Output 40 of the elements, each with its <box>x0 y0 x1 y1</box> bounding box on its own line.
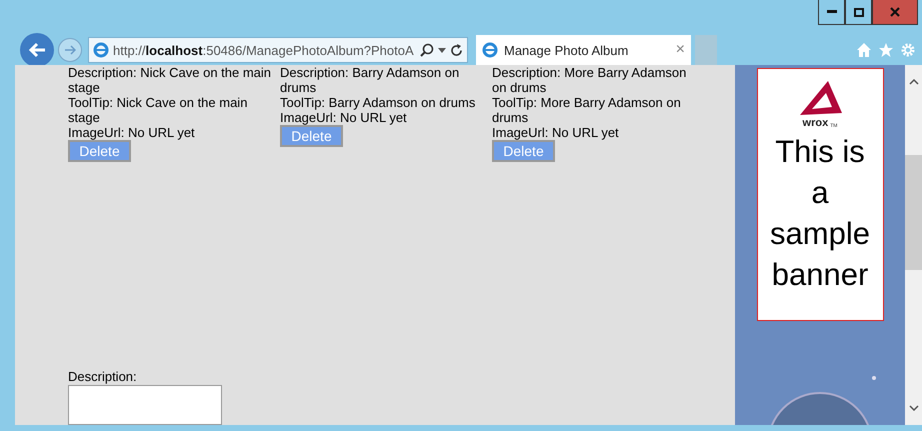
brand-name: wrox <box>802 117 828 129</box>
delete-button[interactable]: Delete <box>280 125 343 147</box>
close-icon <box>890 7 900 17</box>
image-url-text: ImageUrl: No URL yet <box>68 125 195 140</box>
refresh-icon[interactable] <box>450 44 463 56</box>
browser-e-icon <box>93 42 109 58</box>
browser-e-icon <box>482 42 498 58</box>
scroll-thumb[interactable] <box>905 155 922 270</box>
banner-text: This is a sample banner <box>769 133 871 294</box>
tooltip-text: ToolTip: Barry Adamson on drums <box>280 95 476 110</box>
url-text: http://localhost:50486/ManagePhotoAlbum?PhotoA <box>113 42 415 58</box>
scrollbar[interactable] <box>905 65 922 425</box>
back-button[interactable] <box>20 33 54 67</box>
star-icon[interactable] <box>878 42 894 58</box>
scroll-up-icon[interactable] <box>908 79 918 85</box>
back-arrow-icon <box>28 42 46 58</box>
tab-title: Manage Photo Album <box>504 42 628 58</box>
minimize-icon <box>826 10 836 14</box>
description-field[interactable] <box>68 385 222 425</box>
tooltip-text: ToolTip: Nick Cave on the main stage <box>68 95 248 125</box>
forward-arrow-icon <box>64 45 76 55</box>
scroll-down-icon[interactable] <box>908 405 918 411</box>
maximize-button[interactable] <box>845 0 872 25</box>
delete-button[interactable]: Delete <box>492 140 555 162</box>
delete-button[interactable]: Delete <box>68 140 131 162</box>
description-text: Description: Nick Cave on the main stage <box>68 65 272 95</box>
browser-tab[interactable]: Manage Photo Album × <box>476 35 691 65</box>
description-text: Description: More Barry Adamson on drums <box>492 65 688 95</box>
address-field[interactable]: http://localhost:50486/ManagePhotoAlbum?PhotoA <box>88 37 468 63</box>
tooltip-text: ToolTip: More Barry Adamson on drums <box>492 95 682 125</box>
close-button[interactable] <box>872 0 918 25</box>
search-icon[interactable] <box>420 43 434 57</box>
image-url-text: ImageUrl: No URL yet <box>492 125 619 140</box>
caret-icon[interactable] <box>438 48 446 52</box>
description-label: Description: <box>68 369 137 384</box>
minimize-button[interactable] <box>818 0 845 25</box>
tab-close-button[interactable]: × <box>676 41 685 59</box>
maximize-icon <box>854 8 864 16</box>
description-text: Description: Barry Adamson on drums <box>280 65 460 95</box>
image-url-text: ImageUrl: No URL yet <box>280 110 407 125</box>
